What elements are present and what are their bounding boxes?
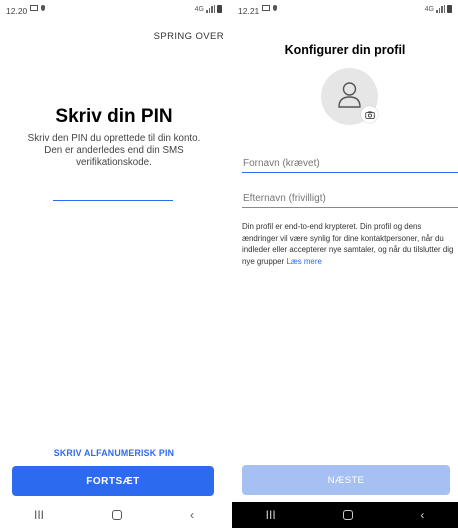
- pin-entry-screen: 12.20 4G SPRING OVER Skriv din PIN Skriv…: [0, 0, 228, 528]
- profile-info-text: Din profil er end-to-end krypteret. Din …: [242, 222, 454, 266]
- network-type-label: 4G: [424, 6, 434, 13]
- home-nav-button[interactable]: [343, 510, 353, 520]
- recents-nav-button[interactable]: III: [266, 508, 276, 522]
- page-title: Skriv din PIN: [55, 106, 173, 127]
- gallery-notification-icon: [30, 5, 38, 11]
- first-name-field[interactable]: [242, 155, 458, 173]
- status-time: 12.20: [6, 6, 28, 16]
- next-button[interactable]: NÆSTE: [242, 465, 450, 495]
- profile-setup-screen: 12.21 4G Konfigurer din profil Din profi…: [232, 0, 458, 528]
- home-nav-button[interactable]: [111, 510, 122, 520]
- status-bar: 12.21 4G: [232, 0, 458, 20]
- learn-more-link[interactable]: Læs mere: [286, 257, 322, 266]
- gallery-notification-icon: [262, 5, 270, 11]
- pin-description: Skriv den PIN du oprettede til din konto…: [27, 133, 201, 168]
- signal-icon: [436, 5, 445, 13]
- back-nav-button[interactable]: ‹: [190, 508, 194, 522]
- last-name-field[interactable]: [242, 190, 458, 208]
- battery-icon: [447, 5, 452, 13]
- back-nav-button[interactable]: ‹: [420, 508, 424, 522]
- system-nav-bar: III ‹: [0, 502, 228, 528]
- skip-button[interactable]: SPRING OVER: [154, 31, 224, 42]
- location-notification-icon: [273, 5, 277, 11]
- recents-nav-button[interactable]: III: [34, 508, 44, 522]
- location-notification-icon: [41, 5, 45, 11]
- battery-icon: [217, 5, 222, 13]
- signal-icon: [206, 5, 215, 13]
- camera-icon[interactable]: [361, 106, 378, 123]
- page-title: Konfigurer din profil: [284, 43, 406, 57]
- system-nav-bar: III ‹: [232, 502, 458, 528]
- continue-button[interactable]: FORTSÆT: [12, 466, 214, 496]
- person-outline-icon: [338, 82, 361, 108]
- network-type-label: 4G: [194, 6, 204, 13]
- status-time: 12.21: [238, 6, 260, 16]
- alphanumeric-pin-link[interactable]: SKRIV ALFANUMERISK PIN: [0, 448, 228, 458]
- pin-input[interactable]: [53, 185, 173, 201]
- status-bar: 12.20 4G: [0, 0, 228, 20]
